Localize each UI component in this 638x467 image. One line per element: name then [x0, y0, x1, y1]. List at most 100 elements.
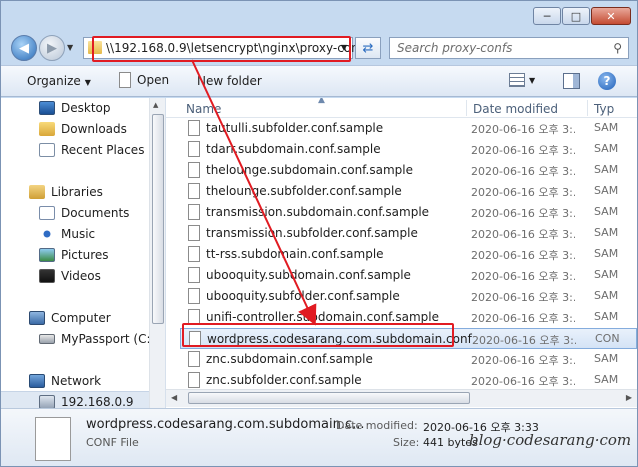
file-row[interactable]: unifi-controller.subdomain.conf.sample 20…: [180, 307, 637, 328]
nav-label: Music: [61, 227, 96, 241]
file-row[interactable]: tt-rss.subdomain.conf.sample 2020-06-16 오…: [180, 244, 637, 265]
explorer-window: ─ □ ✕ ◀ ▶ ▼ \\192.168.0.9\letsencrypt\ng…: [0, 0, 638, 467]
file-row[interactable]: tdarr.subdomain.conf.sample 2020-06-16 오후…: [180, 139, 637, 160]
file-row[interactable]: transmission.subdomain.conf.sample 2020-0…: [180, 202, 637, 223]
search-icon[interactable]: ⚲: [613, 41, 622, 55]
details-file-name: wordpress.codesarang.com.subdomain.c...: [86, 417, 365, 432]
nav-item-computer[interactable]: Computer: [29, 308, 111, 328]
nav-item-music[interactable]: Music: [39, 224, 95, 244]
file-date: 2020-06-16 오후 3:...: [471, 228, 575, 241]
nav-label: 192.168.0.9: [61, 395, 134, 408]
file-row[interactable]: znc.subfolder.conf.sample 2020-06-16 오후 3…: [180, 370, 637, 391]
address-bar[interactable]: \\192.168.0.9\letsencrypt\nginx\proxy-co…: [83, 37, 369, 59]
file-date: 2020-06-16 오후 3:...: [471, 165, 575, 178]
file-type: SAM: [594, 121, 619, 134]
column-divider[interactable]: [466, 100, 467, 116]
folder-icon: [88, 41, 102, 54]
nav-scrollbar[interactable]: ▲: [149, 98, 165, 408]
desktop-icon: [39, 101, 55, 115]
file-name: tautulli.subfolder.conf.sample: [206, 121, 384, 135]
file-type: SAM: [594, 205, 619, 218]
file-name: wordpress.codesarang.com.subdomain.conf: [207, 332, 472, 346]
open-button[interactable]: Open: [119, 72, 169, 88]
file-row[interactable]: znc.subdomain.conf.sample 2020-06-16 오후 3…: [180, 349, 637, 370]
search-input[interactable]: Search proxy-confs ⚲: [389, 37, 629, 59]
new-folder-button[interactable]: New folder: [197, 74, 262, 88]
navigation-pane: Desktop Downloads Recent Places Librarie…: [1, 98, 166, 408]
nav-item-libraries[interactable]: Libraries: [29, 182, 103, 202]
nav-label: Network: [51, 374, 102, 388]
file-row[interactable]: thelounge.subfolder.conf.sample 2020-06-1…: [180, 181, 637, 202]
file-date: 2020-06-16 오후 3:...: [471, 144, 575, 157]
file-name: znc.subfolder.conf.sample: [206, 373, 362, 387]
file-type: SAM: [594, 163, 619, 176]
network-icon: [29, 374, 45, 388]
address-row: ◀ ▶ ▼ \\192.168.0.9\letsencrypt\nginx\pr…: [1, 31, 637, 65]
file-date: 2020-06-16 오후 3:...: [472, 334, 576, 347]
file-row[interactable]: tautulli.subfolder.conf.sample 2020-06-16…: [180, 118, 637, 139]
nav-label: Libraries: [51, 185, 103, 199]
preview-pane-button[interactable]: [563, 73, 580, 89]
file-name: ubooquity.subfolder.conf.sample: [206, 289, 400, 303]
file-row[interactable]: transmission.subfolder.conf.sample 2020-0…: [180, 223, 637, 244]
recent-pages-dropdown[interactable]: ▼: [67, 43, 73, 52]
file-type: SAM: [594, 310, 619, 323]
nav-item-downloads[interactable]: Downloads: [39, 119, 127, 139]
file-name: znc.subdomain.conf.sample: [206, 352, 373, 366]
file-row[interactable]: ubooquity.subfolder.conf.sample 2020-06-1…: [180, 286, 637, 307]
column-type[interactable]: Typ: [594, 102, 614, 116]
file-row[interactable]: wordpress.codesarang.com.subdomain.conf 2…: [180, 328, 637, 349]
file-row[interactable]: thelounge.subdomain.conf.sample 2020-06-1…: [180, 160, 637, 181]
scroll-right-icon[interactable]: ▶: [626, 393, 632, 402]
file-name: transmission.subdomain.conf.sample: [206, 205, 430, 219]
horizontal-scroll-thumb[interactable]: [188, 392, 470, 404]
scroll-up-icon[interactable]: ▲: [153, 101, 158, 109]
minimize-button[interactable]: ─: [533, 7, 561, 25]
forward-button[interactable]: ▶: [39, 35, 65, 61]
file-icon: [188, 162, 200, 178]
nav-item-server[interactable]: 192.168.0.9: [39, 392, 134, 408]
file-icon: [188, 309, 200, 325]
file-type: SAM: [594, 247, 619, 260]
back-button[interactable]: ◀: [11, 35, 37, 61]
nav-item-pictures[interactable]: Pictures: [39, 245, 109, 265]
libraries-icon: [29, 185, 45, 199]
address-dropdown-icon[interactable]: ▼: [341, 43, 347, 52]
view-icon: [509, 73, 525, 87]
file-icon: [188, 141, 200, 157]
nav-scroll-thumb[interactable]: [152, 114, 164, 324]
column-divider[interactable]: [587, 100, 588, 116]
videos-icon: [39, 269, 55, 283]
nav-item-recent[interactable]: Recent Places: [39, 140, 144, 160]
file-date: 2020-06-16 오후 3:...: [471, 186, 575, 199]
scroll-left-icon[interactable]: ◀: [171, 393, 177, 402]
file-row[interactable]: ubooquity.subdomain.conf.sample 2020-06-1…: [180, 265, 637, 286]
close-button[interactable]: ✕: [591, 7, 631, 25]
nav-item-documents[interactable]: Documents: [39, 203, 129, 223]
nav-item-desktop[interactable]: Desktop: [39, 98, 111, 118]
address-path: \\192.168.0.9\letsencrypt\nginx\proxy-co…: [106, 41, 370, 55]
file-type: CON: [595, 332, 620, 345]
file-name: thelounge.subfolder.conf.sample: [206, 184, 402, 198]
file-icon: [188, 225, 200, 241]
refresh-button[interactable]: ⇄: [355, 37, 381, 59]
nav-item-network[interactable]: Network: [29, 371, 101, 391]
chevron-down-icon: ▼: [529, 75, 536, 85]
horizontal-scrollbar[interactable]: ◀ ▶: [166, 389, 637, 407]
nav-item-mypassport[interactable]: MyPassport (C:): [39, 329, 155, 349]
file-type: SAM: [594, 268, 619, 281]
change-view-button[interactable]: ▼: [509, 73, 535, 87]
organize-button[interactable]: Organize ▼: [27, 74, 91, 88]
file-icon: [188, 267, 200, 283]
nav-item-videos[interactable]: Videos: [39, 266, 101, 286]
server-icon: [39, 395, 55, 408]
nav-label: MyPassport (C:): [61, 332, 156, 346]
blog-watermark: blog·codesarang·com: [469, 431, 632, 449]
column-name[interactable]: Name: [186, 102, 221, 116]
sort-ascending-icon: ▲: [318, 98, 325, 105]
column-date-modified[interactable]: Date modified: [473, 102, 558, 116]
help-icon[interactable]: ?: [598, 72, 616, 90]
file-name: unifi-controller.subdomain.conf.sample: [206, 310, 439, 324]
file-name: ubooquity.subdomain.conf.sample: [206, 268, 411, 282]
maximize-button[interactable]: □: [562, 7, 590, 25]
